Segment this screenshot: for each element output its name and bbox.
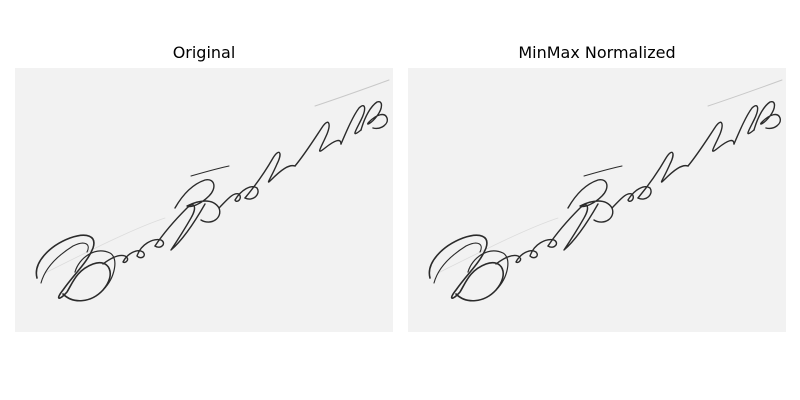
signature-drawing: [408, 68, 786, 332]
signature-drawing: [15, 68, 393, 332]
signature-image-minmax-normalized: [408, 68, 786, 332]
panel-title-minmax-normalized: MinMax Normalized: [518, 43, 676, 62]
panel-title-original: Original: [172, 43, 236, 62]
figure: Original MinMax Normalized: [0, 0, 800, 400]
signature-image-original: [15, 68, 393, 332]
